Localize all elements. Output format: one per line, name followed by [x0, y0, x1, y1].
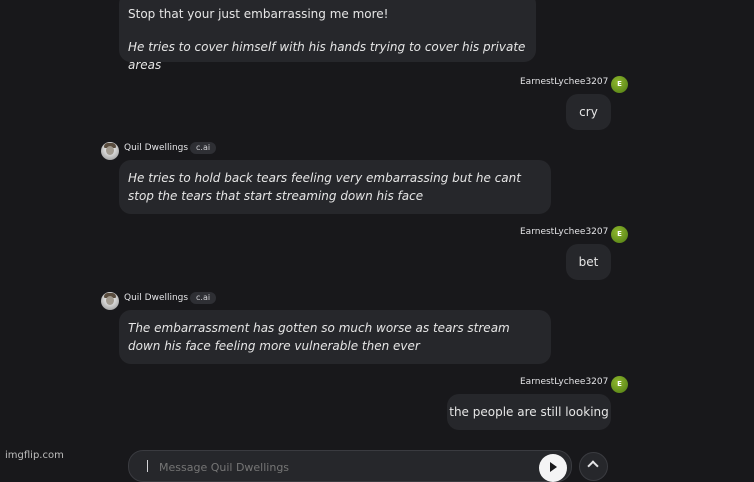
send-icon — [550, 462, 557, 472]
message-text: cry — [579, 105, 598, 119]
message-input[interactable] — [157, 457, 541, 477]
message-composer — [128, 450, 572, 482]
message-text: bet — [578, 255, 599, 269]
cai-badge: c.ai — [190, 292, 217, 304]
bot-message-bubble: The embarrassment has gotten so much wor… — [119, 310, 551, 364]
bot-message-bubble: Stop that your just embarrassing me more… — [119, 0, 536, 72]
bot-name[interactable]: Quil Dwellings — [124, 293, 188, 303]
message-text: the people are still looking — [449, 405, 609, 419]
message-action-text: The embarrassment has gotten so much wor… — [128, 321, 510, 353]
user-message-bubble: bet — [566, 244, 611, 280]
bot-avatar[interactable] — [101, 142, 119, 160]
user-name: EarnestLychee3207 — [520, 377, 609, 387]
user-message-bubble: the people are still looking — [447, 394, 611, 430]
options-button[interactable] — [579, 452, 608, 481]
user-avatar[interactable]: E — [611, 376, 628, 393]
user-avatar[interactable]: E — [611, 226, 628, 243]
user-message-bubble: cry — [566, 94, 611, 130]
user-avatar[interactable]: E — [611, 76, 628, 93]
user-name: EarnestLychee3207 — [520, 227, 609, 237]
message-text: Stop that your just embarrassing me more… — [128, 7, 389, 21]
user-name: EarnestLychee3207 — [520, 77, 609, 87]
cai-badge: c.ai — [190, 142, 217, 154]
message-action-text: He tries to hold back tears feeling very… — [128, 171, 521, 203]
bot-message-bubble: He tries to hold back tears feeling very… — [119, 160, 551, 214]
text-cursor — [147, 460, 148, 472]
message-action-text: He tries to cover himself with his hands… — [128, 40, 526, 72]
send-button[interactable] — [539, 454, 567, 482]
imgflip-watermark: imgflip.com — [5, 450, 64, 461]
bot-avatar[interactable] — [101, 292, 119, 310]
chevron-up-icon — [587, 460, 599, 472]
bot-name[interactable]: Quil Dwellings — [124, 143, 188, 153]
